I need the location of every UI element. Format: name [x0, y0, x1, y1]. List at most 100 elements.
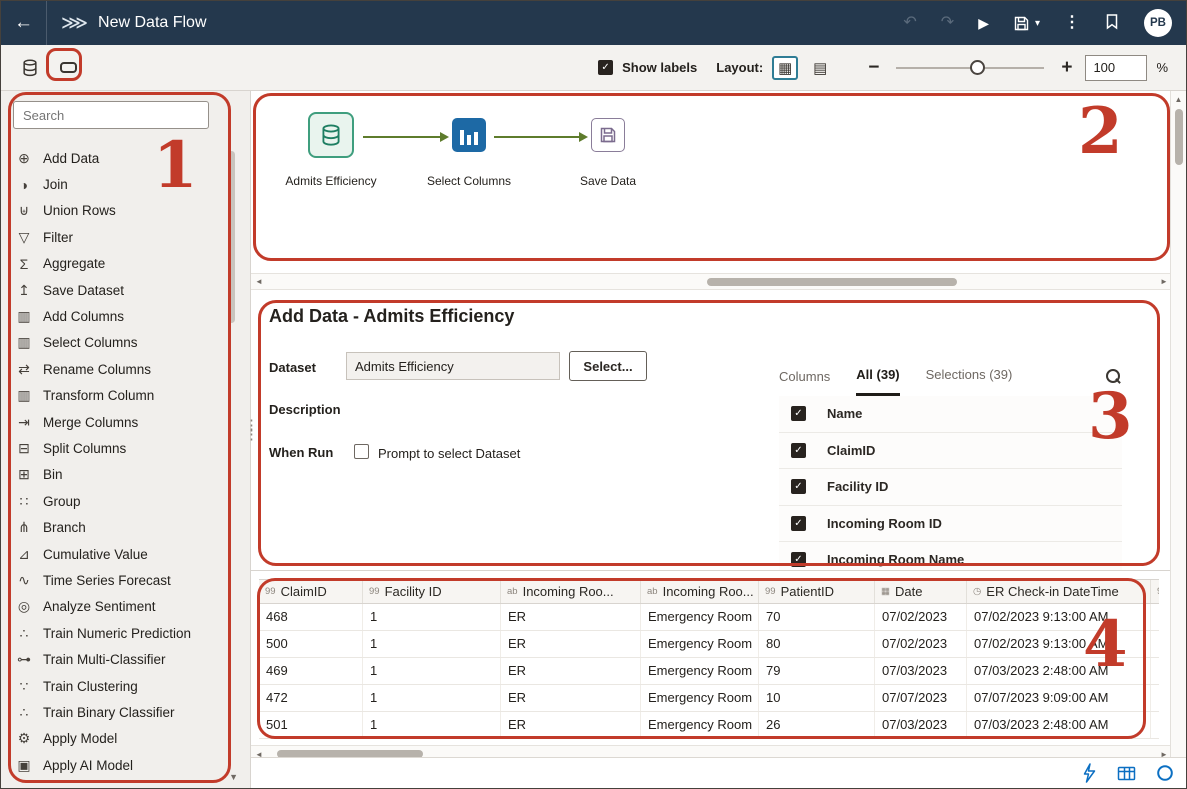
zoom-in-button[interactable]: +: [1057, 57, 1076, 79]
sidebar-scroll-down-arrow[interactable]: ▼: [229, 772, 238, 782]
step-branch[interactable]: ⋔ Branch: [1, 514, 250, 540]
node-admits-efficiency[interactable]: Admits Efficiency: [271, 109, 391, 188]
table-row: 4691EREmergency Room7907/03/202307/03/20…: [259, 658, 1159, 685]
step-group[interactable]: ∷ Group: [1, 488, 250, 514]
step-label: Filter: [43, 230, 73, 245]
step-select-columns[interactable]: ▥ Select Columns: [1, 330, 250, 356]
back-button[interactable]: ←: [1, 1, 47, 45]
step-aggregate[interactable]: Σ Aggregate: [1, 251, 250, 277]
scroll-up-arrow[interactable]: ▲: [1171, 95, 1186, 104]
step-rename-columns[interactable]: ⇄ Rename Columns: [1, 356, 250, 382]
table-header-cell: ▦ Date: [875, 580, 967, 603]
table-row: 4681EREmergency Room7007/02/202307/02/20…: [259, 604, 1159, 631]
column-name: Facility ID: [827, 479, 888, 494]
main-vscroll-thumb[interactable]: [1175, 109, 1183, 165]
canvas-hscrollbar[interactable]: ◄ ►: [251, 273, 1172, 290]
table-header-cell: ◷ ER Check-in DateTime: [967, 580, 1151, 603]
select-dataset-button[interactable]: Select...: [569, 351, 647, 381]
step-label: Select Columns: [43, 335, 138, 350]
steps-list: ⊕ Add Data ◑ Join ⊎ Union Rows ▽ Filter …: [1, 145, 250, 778]
canvas-hscroll-thumb[interactable]: [707, 278, 957, 286]
column-name: ClaimID: [827, 443, 875, 458]
column-checkbox[interactable]: ✓: [791, 552, 806, 567]
zoom-slider-thumb[interactable]: [970, 60, 985, 75]
step-apply-ai-model[interactable]: ▣ Apply AI Model: [1, 752, 250, 778]
column-checkbox[interactable]: ✓: [791, 406, 806, 421]
train-clustering-icon: ∵: [15, 678, 33, 695]
prepare-scripts-button[interactable]: [1081, 763, 1097, 783]
main-vscrollbar[interactable]: ▲: [1170, 91, 1186, 757]
scroll-left-arrow[interactable]: ◄: [251, 277, 267, 286]
step-time-series-forecast[interactable]: ∿ Time Series Forecast: [1, 567, 250, 593]
flow-canvas[interactable]: Admits Efficiency Select Columns Save Da…: [251, 91, 1172, 273]
step-label: Aggregate: [43, 256, 105, 271]
tab-all[interactable]: All (39): [856, 356, 899, 396]
table-icon: [1117, 765, 1136, 782]
table-cell: ER: [501, 685, 641, 711]
step-label: Union Rows: [43, 203, 116, 218]
zoom-out-button[interactable]: −: [864, 57, 883, 79]
save-menu-caret[interactable]: ▾: [1035, 18, 1040, 29]
column-header-label: Date: [895, 584, 922, 599]
visual-view-button[interactable]: [1156, 764, 1174, 782]
column-checkbox[interactable]: ✓: [791, 516, 806, 531]
show-labels-checkbox[interactable]: ✓: [598, 60, 613, 75]
prompt-dataset-checkbox[interactable]: [354, 444, 369, 459]
node-save-data[interactable]: Save Data: [548, 109, 668, 188]
more-menu-button[interactable]: ⋮: [1064, 15, 1080, 31]
column-row[interactable]: ✓ Name: [779, 396, 1122, 433]
column-row[interactable]: ✓ Incoming Room ID: [779, 506, 1122, 543]
step-save-dataset[interactable]: ↥ Save Dataset: [1, 277, 250, 303]
step-train-clustering[interactable]: ∵ Train Clustering: [1, 673, 250, 699]
zoom-slider[interactable]: [896, 60, 1044, 76]
layout-grid-button[interactable]: ▦: [772, 56, 798, 80]
step-apply-model[interactable]: ⚙ Apply Model: [1, 726, 250, 752]
avatar[interactable]: PB: [1144, 9, 1172, 37]
data-view-button[interactable]: [1117, 765, 1136, 782]
column-row[interactable]: ✓ Facility ID: [779, 469, 1122, 506]
column-checkbox[interactable]: ✓: [791, 479, 806, 494]
datasets-panel-button[interactable]: [17, 55, 43, 81]
step-transform-column[interactable]: ▥ Transform Column: [1, 383, 250, 409]
step-label: Transform Column: [43, 388, 154, 403]
bookmark-button[interactable]: [1104, 13, 1120, 34]
undo-button[interactable]: ↶: [903, 15, 916, 31]
steps-sidebar: ⊕ Add Data ◑ Join ⊎ Union Rows ▽ Filter …: [1, 91, 251, 788]
step-add-data[interactable]: ⊕ Add Data: [1, 145, 250, 171]
layout-list-button[interactable]: ▤: [807, 56, 833, 80]
node-select-columns[interactable]: Select Columns: [409, 109, 529, 188]
table-cell: Emergency Room: [641, 658, 759, 684]
steps-panel-button[interactable]: [55, 55, 81, 81]
table-header-row: 99 ClaimID 99 Facility ID ab Incoming Ro…: [259, 579, 1159, 604]
step-merge-columns[interactable]: ⇥ Merge Columns: [1, 409, 250, 435]
step-filter[interactable]: ▽ Filter: [1, 224, 250, 250]
save-button[interactable]: ▾: [1013, 15, 1040, 32]
step-bin[interactable]: ⊞ Bin: [1, 462, 250, 488]
step-add-columns[interactable]: ▥ Add Columns: [1, 303, 250, 329]
search-icon[interactable]: [1105, 368, 1122, 385]
step-train-numeric-prediction[interactable]: ∴ Train Numeric Prediction: [1, 620, 250, 646]
train-binary-classifier-icon: ∴: [15, 704, 33, 721]
step-join[interactable]: ◑ Join: [1, 171, 250, 197]
column-row[interactable]: ✓ Incoming Room Name: [779, 542, 1122, 571]
sidebar-scrollbar-thumb[interactable]: [228, 151, 235, 323]
num-type-icon: 99: [265, 586, 276, 597]
column-checkbox[interactable]: ✓: [791, 443, 806, 458]
run-button[interactable]: ▶: [978, 16, 989, 30]
column-row[interactable]: ✓ ClaimID: [779, 433, 1122, 470]
table-cell: 468: [259, 604, 363, 630]
step-cumulative-value[interactable]: ⊿ Cumulative Value: [1, 541, 250, 567]
step-split-columns[interactable]: ⊟ Split Columns: [1, 435, 250, 461]
step-union-rows[interactable]: ⊎ Union Rows: [1, 198, 250, 224]
step-train-multi-classifier[interactable]: ⊶ Train Multi-Classifier: [1, 646, 250, 672]
apply-model-icon: ⚙: [15, 730, 33, 747]
zoom-input[interactable]: [1085, 55, 1147, 81]
panel-resize-handle[interactable]: ⋮⋮: [244, 421, 259, 439]
step-label: Merge Columns: [43, 415, 138, 430]
redo-button[interactable]: ↷: [941, 15, 954, 31]
dataset-input[interactable]: [346, 352, 560, 380]
step-train-binary-classifier[interactable]: ∴ Train Binary Classifier: [1, 699, 250, 725]
tab-selections[interactable]: Selections (39): [926, 356, 1013, 396]
step-analyze-sentiment[interactable]: ◎ Analyze Sentiment: [1, 594, 250, 620]
search-input[interactable]: [13, 101, 209, 129]
